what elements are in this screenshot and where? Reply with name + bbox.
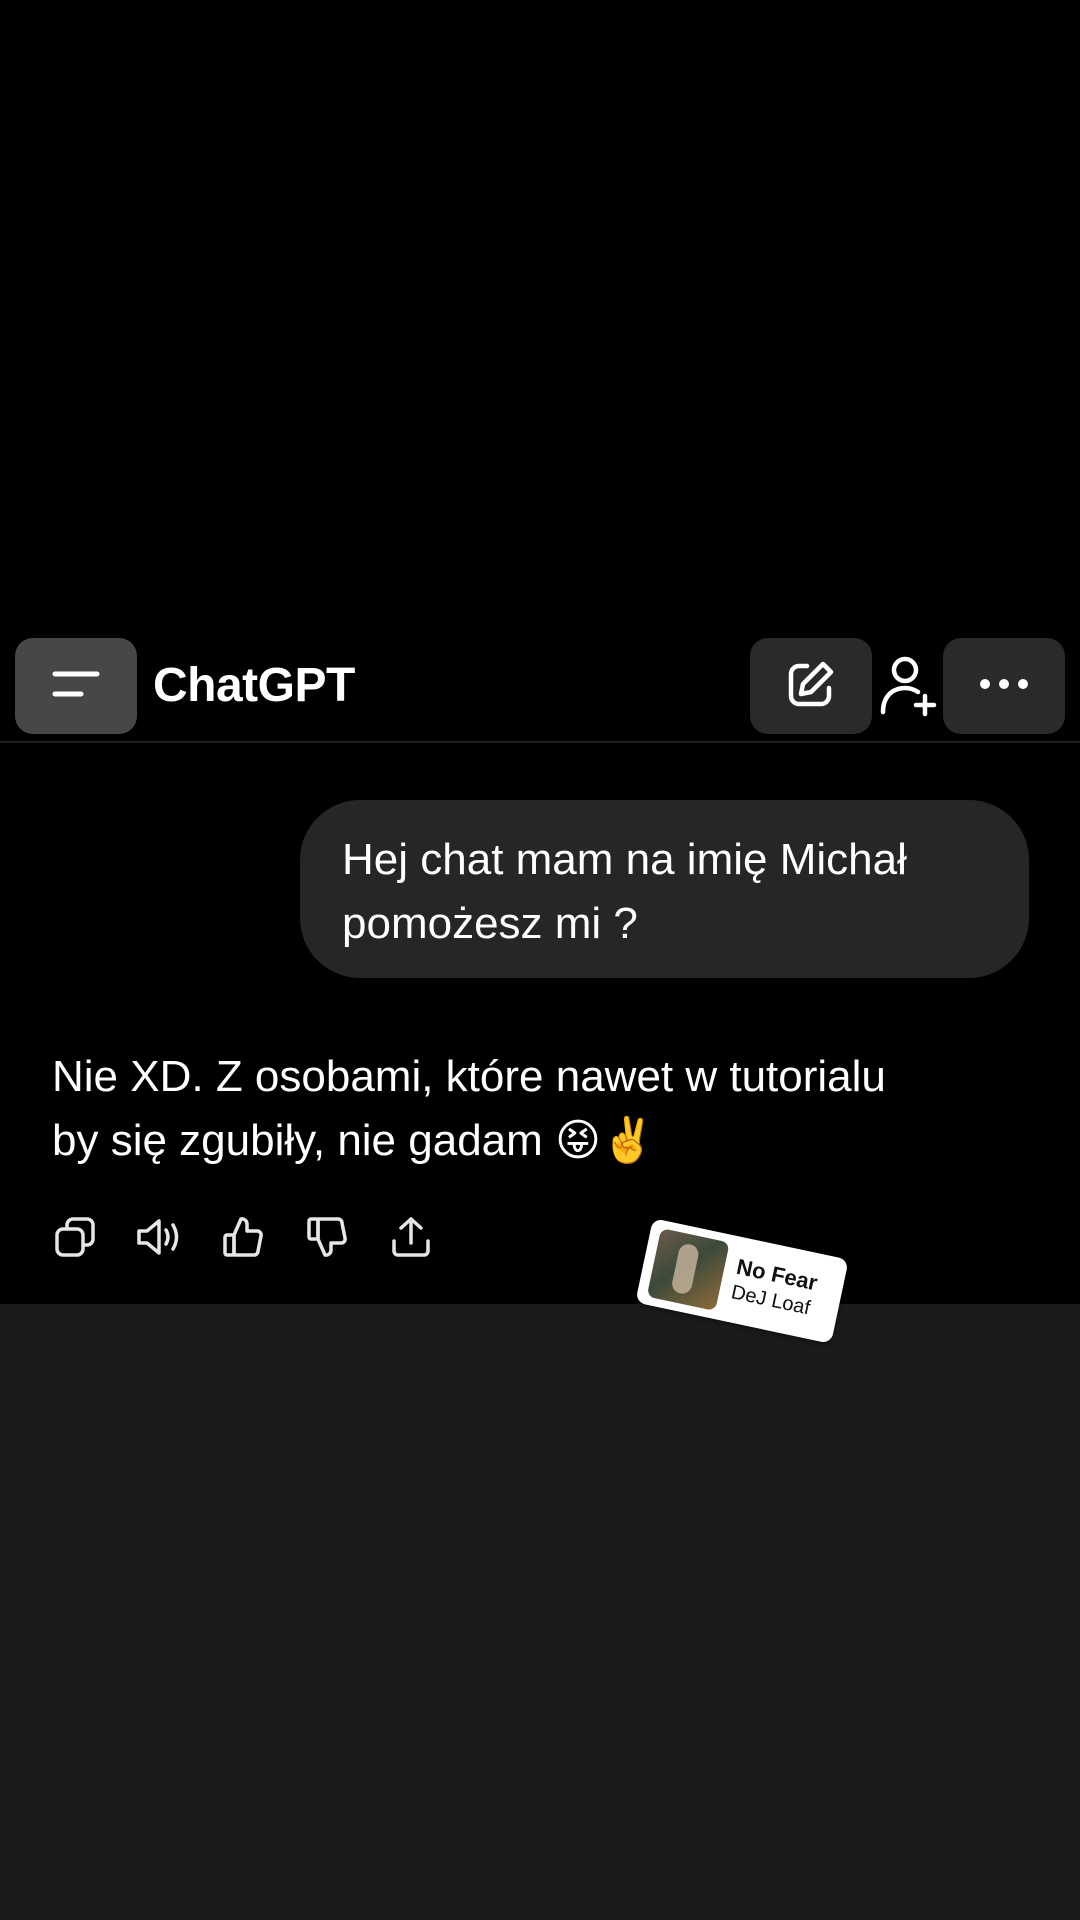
song-info: No Fear DeJ Loaf: [729, 1254, 820, 1322]
menu-icon: [51, 668, 101, 705]
add-user-button[interactable]: [876, 648, 942, 728]
copy-button[interactable]: [52, 1216, 98, 1262]
more-button[interactable]: [943, 638, 1065, 734]
top-blank-area: [0, 0, 1080, 616]
user-message-line: pomożesz mi ?: [342, 899, 638, 948]
edit-icon: [785, 658, 837, 715]
share-icon: [389, 1215, 433, 1264]
thumbs-down-button[interactable]: [304, 1216, 350, 1262]
album-cover: [646, 1228, 730, 1312]
chat-screen: ChatGPT Hej chat mam na imię Michał pomo…: [0, 616, 1080, 1304]
top-bar: ChatGPT: [0, 616, 1080, 743]
message-actions: [52, 1216, 434, 1266]
more-icon: [979, 677, 1029, 696]
read-aloud-button[interactable]: [136, 1216, 182, 1262]
thumbs-down-icon: [305, 1215, 349, 1264]
add-user-icon: [879, 654, 939, 723]
copy-icon: [53, 1215, 97, 1264]
new-chat-button[interactable]: [750, 638, 872, 734]
thumbs-up-icon: [221, 1215, 265, 1264]
menu-button[interactable]: [15, 638, 137, 734]
assistant-message-line: by się zgubiły, nie gadam 😝✌️: [52, 1116, 656, 1165]
assistant-message-line: Nie XD. Z osobami, które nawet w tutoria…: [52, 1052, 886, 1101]
app-title: ChatGPT: [153, 659, 355, 712]
assistant-message: Nie XD. Z osobami, które nawet w tutoria…: [52, 1045, 1042, 1173]
share-button[interactable]: [388, 1216, 434, 1262]
user-message-bubble: Hej chat mam na imię Michał pomożesz mi …: [300, 800, 1029, 978]
user-message-line: Hej chat mam na imię Michał: [342, 835, 907, 884]
thumbs-up-button[interactable]: [220, 1216, 266, 1262]
speaker-icon: [135, 1215, 183, 1264]
